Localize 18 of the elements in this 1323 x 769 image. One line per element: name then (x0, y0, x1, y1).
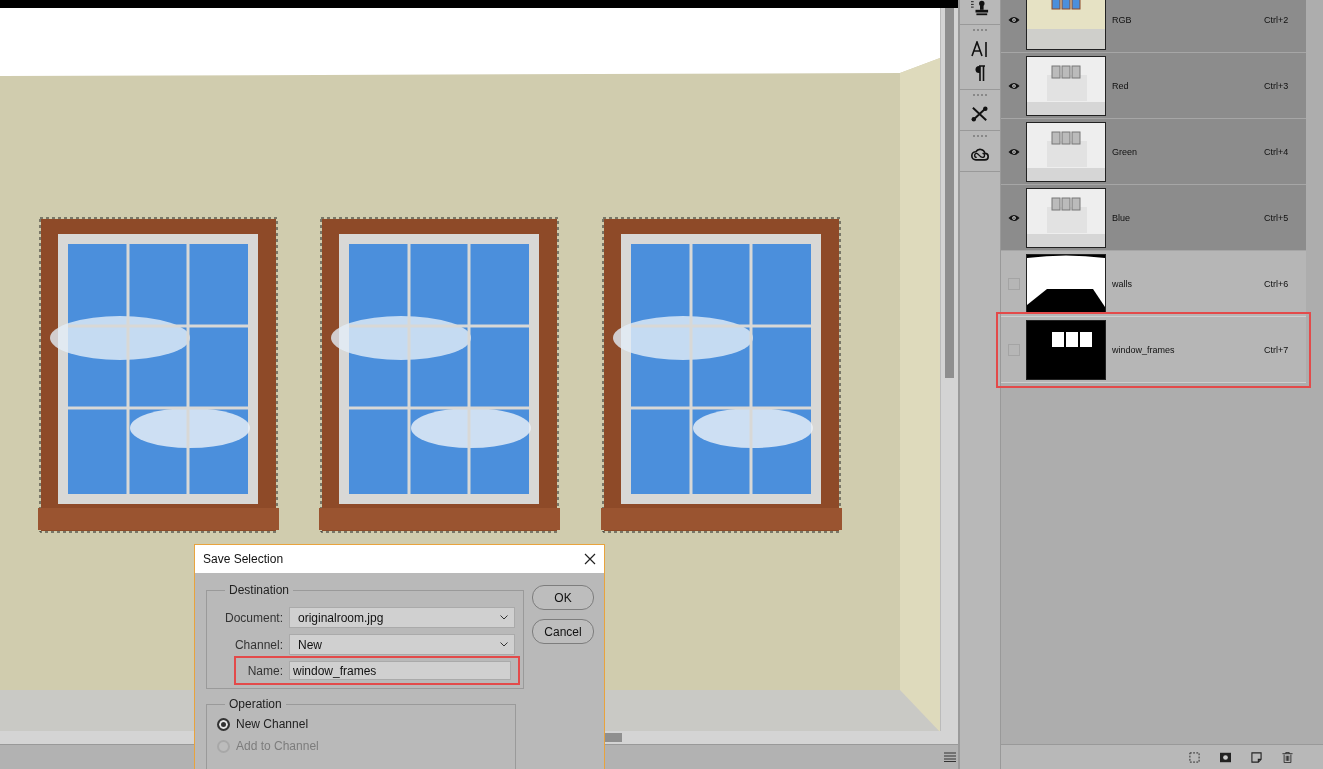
group-legend: Operation (225, 697, 286, 711)
channel-name: Green (1112, 146, 1138, 157)
field-label: Name: (246, 663, 284, 678)
channel-name: RGB (1112, 14, 1133, 25)
channel-name: window_frames (1112, 344, 1176, 355)
field-label: Channel: (233, 637, 284, 652)
channel-shortcut: Ctrl+2 (1264, 14, 1290, 25)
channel-name: Blue (1112, 212, 1131, 223)
channel-shortcut: Ctrl+6 (1264, 278, 1290, 289)
dialog-title: Save Selection (203, 552, 284, 566)
group-legend: Destination (225, 583, 294, 597)
channel-shortcut: Ctrl+7 (1264, 344, 1290, 355)
channel-shortcut: Ctrl+3 (1264, 80, 1290, 91)
channel-name: Red (1112, 80, 1130, 91)
channel-shortcut: Ctrl+5 (1264, 212, 1290, 223)
channel-name: walls (1112, 278, 1133, 289)
channel-shortcut: Ctrl+4 (1264, 146, 1290, 157)
field-label: Document: (223, 610, 284, 625)
